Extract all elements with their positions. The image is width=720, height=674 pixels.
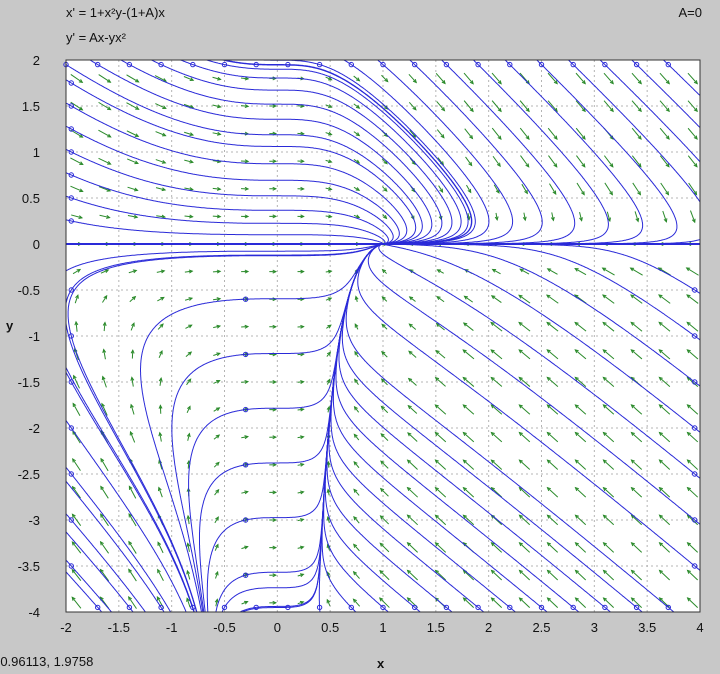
x-tick-label: 3 (591, 620, 598, 635)
x-axis-label: x (377, 656, 385, 671)
y-axis-label: y (6, 318, 14, 333)
phase-portrait-chart[interactable]: -2 -1.5 -1 -0.5 0 0.5 1 1.5 2 2.5 3 3.5 4 2 1.5 1 0.5 0 -0… (0, 0, 720, 674)
y-tick-label: -1.5 (18, 375, 40, 390)
x-tick-label: 1.5 (427, 620, 445, 635)
x-tick-label: -1.5 (108, 620, 130, 635)
y-tick-label: -3.5 (18, 559, 40, 574)
x-tick-label: 3.5 (638, 620, 656, 635)
x-tick-label: -0.5 (213, 620, 235, 635)
y-tick-label: -4 (28, 605, 40, 620)
y-tick-label: 0.5 (22, 191, 40, 206)
x-tick-label: -1 (166, 620, 178, 635)
x-tick-label: 1 (379, 620, 386, 635)
x-tick-label: 2.5 (532, 620, 550, 635)
x-tick-label: 2 (485, 620, 492, 635)
y-tick-label: -2 (28, 421, 40, 436)
x-tick-label: -2 (60, 620, 72, 635)
y-tick-label: -2.5 (18, 467, 40, 482)
y-tick-label: 2 (33, 53, 40, 68)
y-tick-label: -1 (28, 329, 40, 344)
x-tick-label: 0.5 (321, 620, 339, 635)
x-tick-label: 4 (696, 620, 703, 635)
y-tick-label: 1.5 (22, 99, 40, 114)
x-tick-label: 0 (274, 620, 281, 635)
y-tick-label: -0.5 (18, 283, 40, 298)
y-tick-label: 0 (33, 237, 40, 252)
y-tick-label: -3 (28, 513, 40, 528)
cursor-coordinates: -0.96113, 1.9758 (0, 654, 94, 669)
y-tick-label: 1 (33, 145, 40, 160)
